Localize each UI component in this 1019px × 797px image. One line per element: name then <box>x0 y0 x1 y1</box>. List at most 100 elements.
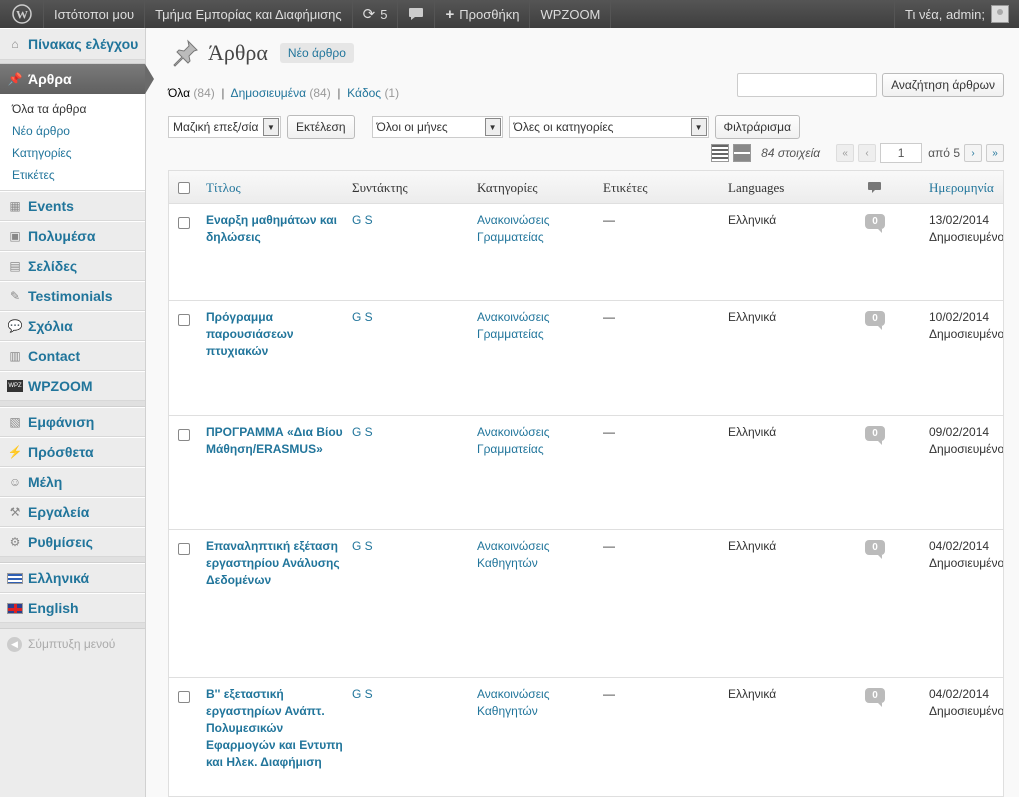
post-categories-link[interactable]: Ανακοινώσεις Καθηγητών <box>477 686 587 720</box>
months-filter-select[interactable]: Όλοι οι μήνες ▼ <box>371 116 503 138</box>
menu-tools[interactable]: ⚒ Εργαλεία <box>0 497 145 527</box>
first-page-button[interactable]: « <box>836 144 855 162</box>
menu-label: Σχόλια <box>28 318 73 334</box>
row-checkbox[interactable] <box>178 543 190 555</box>
uk-flag-icon <box>7 602 23 614</box>
submenu-all-posts[interactable]: Όλα τα άρθρα <box>0 98 145 120</box>
wpzoom-menu[interactable]: WPZOOM <box>530 0 612 28</box>
submenu-add-new[interactable]: Νέο άρθρο <box>0 120 145 142</box>
menu-events[interactable]: ▦ Events <box>0 191 145 221</box>
post-language: Ελληνικά <box>728 213 777 227</box>
row-checkbox[interactable] <box>178 217 190 229</box>
current-page-input[interactable]: 1 <box>880 143 923 163</box>
menu-posts[interactable]: 📌 Άρθρα <box>0 64 154 94</box>
filter-all[interactable]: Όλα (84) <box>168 86 215 100</box>
site-name-menu[interactable]: Τμήμα Εμπορίας και Διαφήμισης <box>145 0 353 28</box>
updates-menu[interactable]: ⟳ 5 <box>353 0 399 28</box>
column-date[interactable]: Ημερομηνία <box>929 180 994 196</box>
select-all-checkbox[interactable] <box>178 182 190 194</box>
filter-trash[interactable]: Κάδος (1) <box>347 86 399 100</box>
row-checkbox[interactable] <box>178 691 190 703</box>
menu-wpzoom[interactable]: WPZ WPZOOM <box>0 371 145 401</box>
last-page-button[interactable]: » <box>986 144 1004 162</box>
menu-label: WPZOOM <box>28 378 93 394</box>
categories-filter-select[interactable]: Όλες οι κατηγορίες ▼ <box>508 116 709 138</box>
menu-contact[interactable]: ▥ Contact <box>0 341 145 371</box>
post-author-link[interactable]: G S <box>352 538 373 555</box>
list-view-icon[interactable] <box>711 144 730 162</box>
post-categories-link[interactable]: Ανακοινώσεις Καθηγητών <box>477 538 587 572</box>
column-tags: Ετικέτες <box>603 180 648 195</box>
comment-bubble-icon: 0 <box>865 540 885 559</box>
pushpin-icon: 📌 <box>7 72 23 86</box>
menu-comments[interactable]: 💬 Σχόλια <box>0 311 145 341</box>
post-date: 04/02/2014 Δημοσιευμένο <box>929 538 1004 572</box>
calendar-icon: ▦ <box>9 199 21 213</box>
add-new-post-button[interactable]: Νέο άρθρο <box>279 43 354 63</box>
search-posts-button[interactable]: Αναζήτηση άρθρων <box>882 73 1004 97</box>
post-date: 10/02/2014 Δημοσιευμένο <box>929 309 1003 343</box>
post-status: Δημοσιευμένο <box>929 556 1004 570</box>
updates-count: 5 <box>380 6 388 22</box>
filter-published[interactable]: Δημοσιευμένα (84) <box>231 86 331 100</box>
menu-pages[interactable]: ▤ Σελίδες <box>0 251 145 281</box>
comment-count-badge[interactable]: 0 <box>865 688 885 707</box>
submenu-categories[interactable]: Κατηγορίες <box>0 142 145 164</box>
comment-count-badge[interactable]: 0 <box>865 311 885 330</box>
comment-bubble-icon: 0 <box>865 688 885 707</box>
menu-appearance[interactable]: ▧ Εμφάνιση <box>0 407 145 437</box>
page-header: Άρθρα Νέο άρθρο <box>168 36 354 70</box>
excerpt-view-icon[interactable] <box>733 144 752 162</box>
menu-label: Ελληνικά <box>28 570 90 586</box>
post-author-link[interactable]: G S <box>352 212 373 229</box>
bulk-actions-select[interactable]: Μαζική επεξ/σία ▼ <box>168 116 281 138</box>
post-title-link[interactable]: Πρόγραμμα παρουσιάσεων πτυχιακών <box>206 309 346 360</box>
my-sites-menu[interactable]: Ιστότοποι μου <box>44 0 146 28</box>
post-title-link[interactable]: ΠΡΟΓΡΑΜΜΑ «Δια Βίου Μάθηση/ERASMUS» <box>206 424 346 458</box>
post-date-value: 04/02/2014 <box>929 687 990 701</box>
post-title-link[interactable]: Β'' εξεταστική εργαστηρίων Ανάπτ. Πολυμε… <box>206 686 346 771</box>
submenu-tags[interactable]: Ετικέτες <box>0 164 145 186</box>
menu-label: Σελίδες <box>28 258 78 274</box>
menu-dashboard[interactable]: ⌂ Πίνακας ελέγχου <box>0 28 145 60</box>
post-author-link[interactable]: G S <box>352 309 373 326</box>
menu-lang-english[interactable]: English <box>0 593 145 623</box>
new-content-menu[interactable]: + Προσθήκη <box>435 0 531 28</box>
menu-users[interactable]: ☺ Μέλη <box>0 467 145 497</box>
search-input[interactable] <box>737 73 878 97</box>
comment-count-badge[interactable]: 0 <box>865 214 885 233</box>
menu-settings[interactable]: ⚙ Ρυθμίσεις <box>0 527 145 557</box>
my-account-menu[interactable]: Τι νέα, admin; <box>893 0 1019 28</box>
post-categories-link[interactable]: Ανακοινώσεις Γραμματείας <box>477 309 587 343</box>
prev-page-button[interactable]: ‹ <box>858 144 877 162</box>
row-checkbox[interactable] <box>178 314 190 326</box>
wordpress-logo-icon[interactable]: W <box>0 0 44 28</box>
comment-count-badge[interactable]: 0 <box>865 426 885 445</box>
post-date-value: 04/02/2014 <box>929 539 990 553</box>
post-author-link[interactable]: G S <box>352 424 373 441</box>
post-author-link[interactable]: G S <box>352 686 373 703</box>
menu-media[interactable]: ▣ Πολυμέσα <box>0 221 145 251</box>
comments-menu[interactable] <box>398 0 436 28</box>
row-checkbox[interactable] <box>178 429 190 441</box>
post-categories-link[interactable]: Ανακοινώσεις Γραμματείας <box>477 212 587 246</box>
post-date: 04/02/2014 Δημοσιευμένο <box>929 686 1003 720</box>
post-categories-link[interactable]: Ανακοινώσεις Γραμματείας <box>477 424 587 458</box>
menu-testimonials[interactable]: ✎ Testimonials <box>0 281 145 311</box>
comment-count-badge[interactable]: 0 <box>865 540 885 559</box>
menu-plugins[interactable]: ⚡ Πρόσθετα <box>0 437 145 467</box>
table-row: Πρόγραμμα παρουσιάσεων πτυχιακών G S Ανα… <box>169 301 1003 416</box>
filter-button[interactable]: Φιλτράρισμα <box>714 115 801 139</box>
next-page-button[interactable]: › <box>964 144 982 162</box>
column-title[interactable]: Τίτλος <box>206 180 241 196</box>
collapse-menu-button[interactable]: ◀ Σύμπτυξη μενού <box>0 629 145 659</box>
column-comments-icon[interactable] <box>868 182 881 198</box>
svg-text:W: W <box>16 8 28 22</box>
chevron-down-icon: ▼ <box>690 118 707 136</box>
apply-button[interactable]: Εκτέλεση <box>287 115 355 139</box>
post-date: 13/02/2014 Δημοσιευμένο <box>929 212 1003 246</box>
post-title-link[interactable]: Εναρξη μαθημάτων και δηλώσεις <box>206 212 346 246</box>
post-title-link[interactable]: Επαναληπτική εξέταση εργαστηρίου Ανάλυση… <box>206 538 346 589</box>
menu-lang-greek[interactable]: Ελληνικά <box>0 563 145 593</box>
post-language: Ελληνικά <box>728 425 777 439</box>
